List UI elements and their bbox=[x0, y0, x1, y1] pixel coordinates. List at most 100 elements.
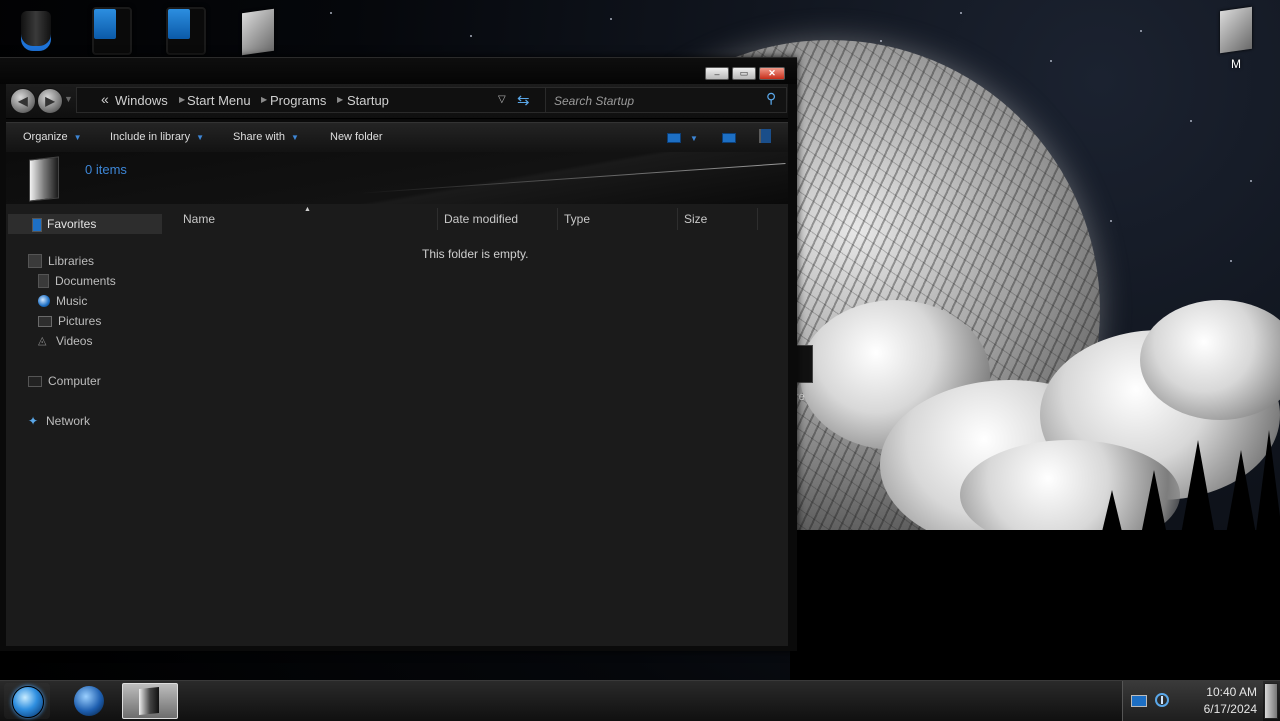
search-input[interactable] bbox=[552, 91, 761, 111]
column-divider[interactable] bbox=[677, 208, 678, 230]
forward-button[interactable]: ▶ bbox=[37, 88, 63, 114]
empty-folder-message: This folder is empty. bbox=[422, 247, 529, 261]
documents-icon bbox=[38, 274, 49, 288]
include-in-library-button[interactable]: Include in library ▼ bbox=[110, 131, 204, 143]
nav-item-network[interactable]: ✦ Network bbox=[28, 414, 90, 428]
title-bar[interactable]: – ▭ ✕ bbox=[0, 58, 797, 84]
column-divider[interactable] bbox=[557, 208, 558, 230]
favorites-icon bbox=[32, 218, 42, 232]
share-with-label: Share with bbox=[233, 131, 285, 143]
close-button[interactable]: ✕ bbox=[759, 67, 785, 80]
breadcrumb-start-menu[interactable]: Start Menu bbox=[187, 93, 251, 108]
media-folder-icon[interactable] bbox=[236, 8, 280, 56]
desktop-shortcut-icon[interactable] bbox=[90, 6, 134, 56]
chevron-down-icon: ▼ bbox=[290, 133, 299, 142]
breadcrumb-separator-icon[interactable]: ▶ bbox=[261, 95, 267, 104]
explorer-content: Favorites Libraries Documents Music Pict… bbox=[6, 204, 788, 646]
folder-icon bbox=[29, 156, 59, 202]
minimize-button[interactable]: – bbox=[705, 67, 729, 80]
breadcrumb-separator-icon[interactable]: ▶ bbox=[179, 95, 185, 104]
nav-item-videos[interactable]: ◬ Videos bbox=[38, 334, 92, 348]
command-toolbar: Organize ▼ Include in library ▼ Share with… bbox=[6, 122, 788, 154]
desktop-shortcut-icon[interactable] bbox=[164, 6, 208, 56]
arrow-left-icon: ◀ bbox=[18, 94, 28, 108]
nav-item-label: Libraries bbox=[48, 254, 95, 268]
share-with-button[interactable]: Share with ▼ bbox=[233, 131, 299, 143]
organize-label: Organize bbox=[23, 131, 68, 143]
videos-icon: ◬ bbox=[38, 335, 47, 347]
nav-item-label: Network bbox=[46, 414, 91, 428]
sort-ascending-icon: ▲ bbox=[304, 206, 311, 213]
nav-item-label: Pictures bbox=[58, 314, 102, 328]
recent-pages-chevron-icon[interactable]: ▼ bbox=[64, 94, 73, 104]
taskbar-explorer-button[interactable] bbox=[122, 683, 178, 719]
network-status-icon[interactable] bbox=[1155, 693, 1169, 707]
nav-item-label: Computer bbox=[48, 374, 101, 388]
nav-item-documents[interactable]: Documents bbox=[38, 274, 116, 288]
pictures-icon bbox=[38, 315, 52, 327]
chevron-down-icon: ▼ bbox=[73, 133, 82, 142]
breadcrumb-separator-icon[interactable]: ▶ bbox=[337, 95, 343, 104]
explorer-icon bbox=[139, 686, 159, 716]
folder-header: 0 items bbox=[6, 152, 788, 204]
clock-time[interactable]: 10:40 AM bbox=[1183, 685, 1257, 699]
new-folder-button[interactable]: New folder bbox=[330, 131, 383, 143]
libraries-icon bbox=[28, 254, 42, 268]
nav-item-pictures[interactable]: Pictures bbox=[38, 314, 101, 328]
nav-item-computer[interactable]: Computer bbox=[28, 374, 101, 388]
recycle-bin-icon[interactable] bbox=[16, 8, 56, 54]
desktop-gadget[interactable]: re bbox=[795, 345, 825, 415]
address-history-dropdown-icon[interactable]: ▽ bbox=[498, 94, 506, 105]
nav-item-label: Documents bbox=[55, 274, 116, 288]
breadcrumb-overflow-icon[interactable]: « bbox=[101, 91, 109, 107]
breadcrumb-windows[interactable]: Windows bbox=[115, 93, 168, 108]
nav-item-libraries[interactable]: Libraries bbox=[28, 254, 94, 268]
notification-area: 10:40 AM 6/17/2024 bbox=[1122, 681, 1263, 721]
item-count: 0 items bbox=[85, 162, 127, 177]
back-button[interactable]: ◀ bbox=[10, 88, 36, 114]
column-header-size[interactable]: Size bbox=[684, 212, 707, 226]
gadget-label: re bbox=[795, 391, 805, 403]
search-box[interactable]: ⚲ bbox=[545, 87, 787, 113]
column-header-name[interactable]: Name bbox=[183, 212, 215, 226]
explorer-window: – ▭ ✕ ◀ ▶ ▼ « Windows ▶ Start Menu ▶ Pro… bbox=[0, 57, 797, 651]
help-icon[interactable] bbox=[759, 129, 771, 143]
refresh-icon[interactable]: ⇆ bbox=[517, 91, 530, 109]
column-divider[interactable] bbox=[757, 208, 758, 230]
computer-icon bbox=[28, 375, 42, 387]
organize-button[interactable]: Organize ▼ bbox=[23, 131, 82, 143]
breadcrumb-startup[interactable]: Startup bbox=[347, 93, 389, 108]
preview-pane-icon[interactable] bbox=[722, 133, 736, 143]
nav-item-label: Music bbox=[56, 294, 88, 308]
network-icon: ✦ bbox=[28, 414, 39, 428]
nav-item-music[interactable]: Music bbox=[38, 294, 87, 308]
nav-item-label: Favorites bbox=[47, 217, 97, 231]
clock-date[interactable]: 6/17/2024 bbox=[1183, 702, 1257, 716]
ground-silhouette bbox=[790, 530, 1280, 680]
start-button[interactable] bbox=[4, 683, 50, 719]
action-center-icon[interactable] bbox=[1131, 695, 1147, 707]
show-desktop-button[interactable] bbox=[1264, 683, 1278, 719]
navigation-bar: ◀ ▶ ▼ « Windows ▶ Start Menu ▶ Programs … bbox=[6, 84, 788, 119]
view-options-chevron-icon[interactable]: ▼ bbox=[690, 132, 698, 144]
browser-globe-icon bbox=[74, 686, 104, 716]
column-header-type[interactable]: Type bbox=[564, 212, 590, 226]
breadcrumb-programs[interactable]: Programs bbox=[270, 93, 326, 108]
column-header-date-modified[interactable]: Date modified bbox=[444, 212, 518, 226]
desktop-icon-label: M bbox=[1231, 57, 1241, 71]
taskbar: 10:40 AM 6/17/2024 bbox=[0, 680, 1280, 721]
user-folder-icon[interactable] bbox=[1214, 6, 1258, 54]
navigation-pane: Favorites Libraries Documents Music Pict… bbox=[6, 204, 166, 646]
address-bar[interactable]: « Windows ▶ Start Menu ▶ Programs ▶ Star… bbox=[76, 87, 546, 113]
arrow-right-icon: ▶ bbox=[45, 94, 55, 108]
change-view-icon[interactable] bbox=[667, 133, 681, 143]
music-icon bbox=[38, 295, 50, 307]
column-divider[interactable] bbox=[437, 208, 438, 230]
file-list: ▲ Name Date modified Type Size This fold… bbox=[166, 204, 788, 646]
nav-item-favorites[interactable]: Favorites bbox=[8, 214, 162, 234]
include-in-library-label: Include in library bbox=[110, 131, 191, 143]
maximize-button[interactable]: ▭ bbox=[732, 67, 756, 80]
windows-logo-icon bbox=[12, 686, 44, 718]
taskbar-browser-button[interactable] bbox=[66, 683, 112, 719]
search-icon[interactable]: ⚲ bbox=[766, 90, 776, 107]
